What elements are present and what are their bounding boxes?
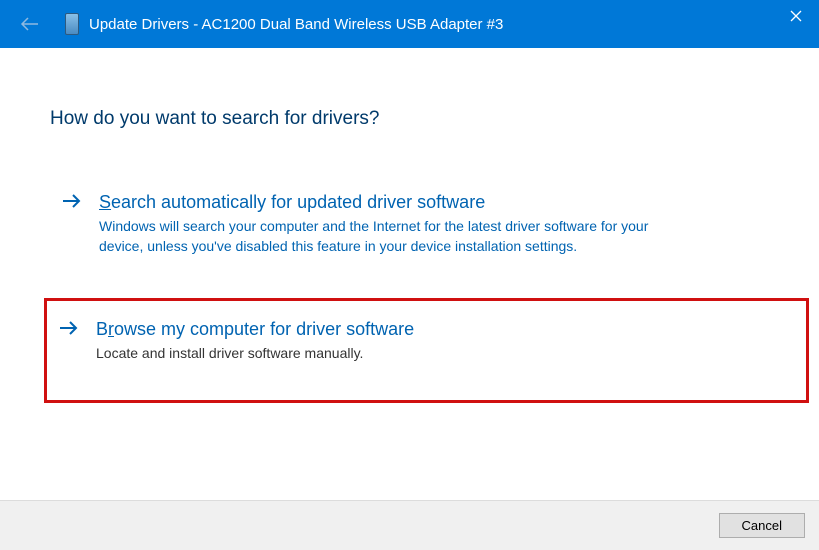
option-description: Windows will search your computer and th…: [99, 217, 659, 256]
arrow-right-icon: [57, 319, 81, 337]
back-arrow-icon: [20, 16, 40, 32]
close-icon: [790, 10, 802, 22]
window-title: Update Drivers - AC1200 Dual Band Wirele…: [89, 16, 503, 33]
option-text-block: Search automatically for updated driver …: [99, 192, 759, 256]
option-title: Browse my computer for driver software: [96, 319, 796, 340]
content-area: How do you want to search for drivers? S…: [0, 48, 819, 500]
option-search-automatically[interactable]: Search automatically for updated driver …: [50, 180, 769, 268]
close-button[interactable]: [773, 0, 819, 32]
option-title: Search automatically for updated driver …: [99, 192, 759, 213]
cancel-button[interactable]: Cancel: [719, 513, 805, 538]
option-text-block: Browse my computer for driver software L…: [96, 319, 796, 364]
footer: Cancel: [0, 500, 819, 550]
back-button[interactable]: [20, 16, 40, 32]
option-description: Locate and install driver software manua…: [96, 344, 656, 364]
page-heading: How do you want to search for drivers?: [50, 108, 769, 130]
titlebar: Update Drivers - AC1200 Dual Band Wirele…: [0, 0, 819, 48]
arrow-right-icon: [60, 192, 84, 210]
device-icon: [65, 13, 79, 35]
option-browse-computer[interactable]: Browse my computer for driver software L…: [44, 298, 809, 403]
